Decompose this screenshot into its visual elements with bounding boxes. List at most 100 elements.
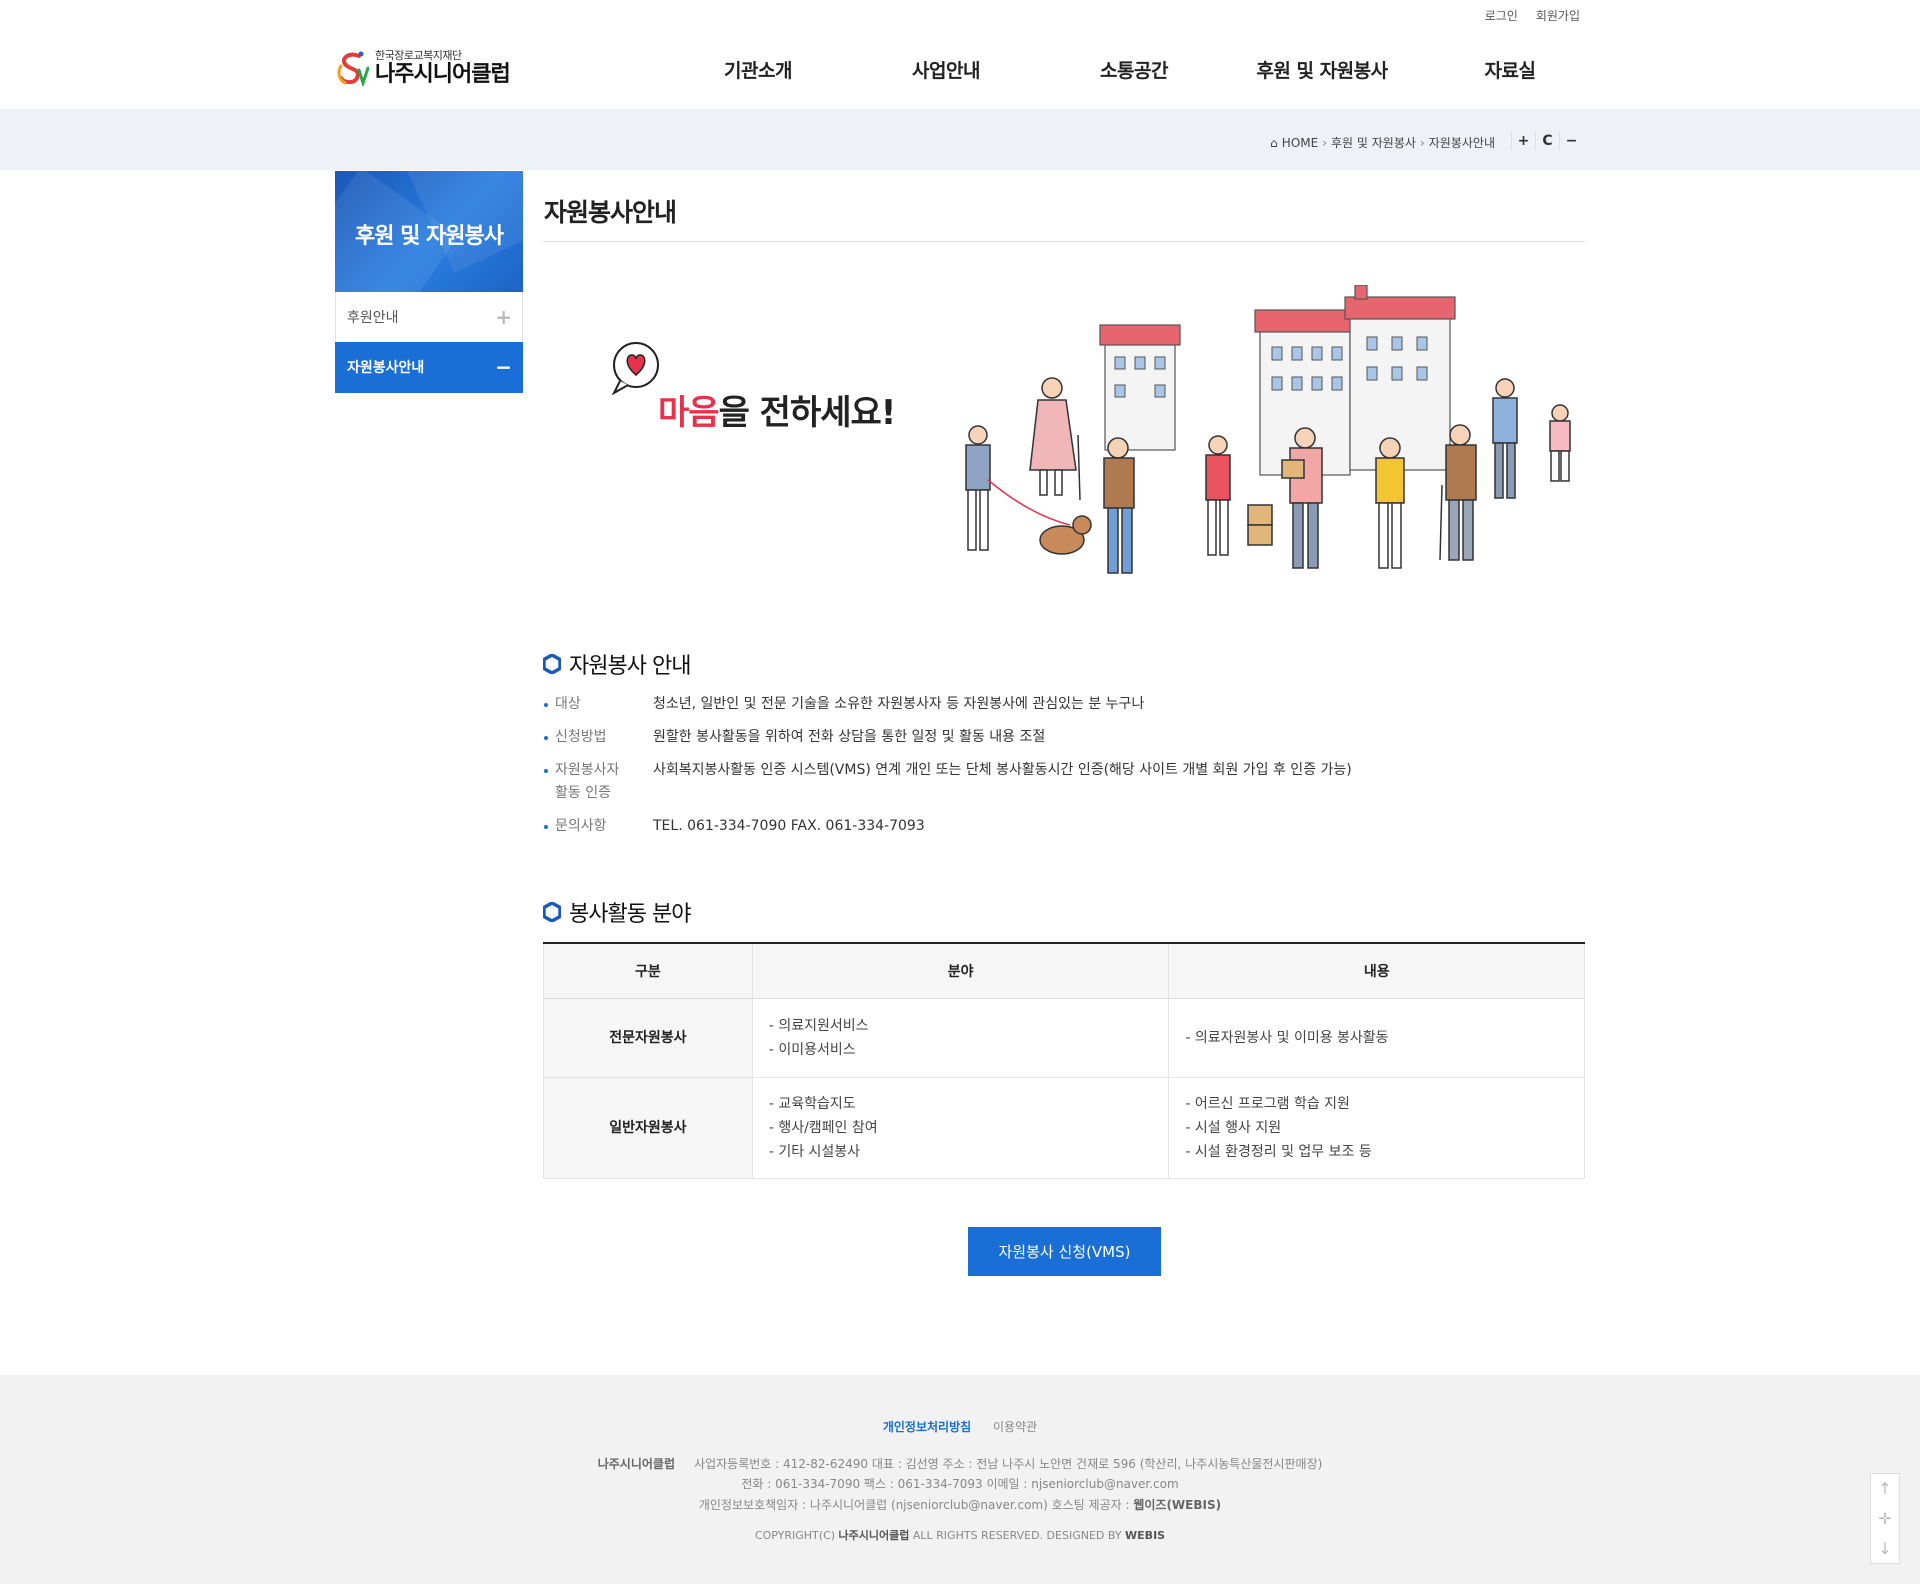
copyright: COPYRIGHT(C) 나주시니어클럽 ALL RIGHTS RESERVED…	[0, 1527, 1920, 1543]
breadcrumb-level2[interactable]: 자원봉사안내	[1429, 134, 1495, 151]
arrow-up-icon[interactable]: ↑	[1878, 1479, 1891, 1498]
hero-slogan: 마음을 전하세요!	[658, 385, 897, 434]
vms-apply-button[interactable]: 자원봉사 신청(VMS)	[968, 1227, 1161, 1276]
logo-subtitle: 한국장로교복지재단	[375, 49, 462, 62]
arrow-down-icon[interactable]: ↓	[1878, 1539, 1891, 1558]
section-heading-guide: 자원봉사 안내	[543, 648, 691, 680]
terms-link[interactable]: 이용약관	[993, 1420, 1037, 1434]
breadcrumb-home[interactable]: HOME	[1282, 136, 1318, 150]
section-heading-fields: 봉사활동 분야	[543, 896, 691, 928]
nav-item-archive[interactable]: 자료실	[1416, 56, 1604, 83]
table-row: 일반자원봉사 - 교육학습지도 - 행사/캠페인 참여 - 기타 시설봉사 - …	[543, 1077, 1585, 1179]
util-menu: 로그인 회원가입	[1485, 7, 1580, 24]
table-row: 전문자원봉사 - 의료지원서비스 - 이미용서비스 - 의료자원봉사 및 이미용…	[543, 998, 1585, 1078]
list-item-value: 청소년, 일반인 및 전문 기술을 소유한 자원봉사자 등 자원봉사에 관심있는…	[653, 696, 1145, 712]
table-header-row: 구분 분야 내용	[543, 942, 1585, 999]
list-item: 신청방법 원할한 봉사활동을 위하여 전화 상담을 통한 일정 및 활동 내용 …	[543, 726, 1583, 749]
list-item: 자원봉사자 활동 인증 사회복지봉사활동 인증 시스템(VMS) 연계 개인 또…	[543, 759, 1583, 805]
zoom-controls: + C −	[1511, 132, 1583, 150]
section-title: 봉사활동 분야	[569, 902, 691, 927]
copyright-org: 나주시니어클럽	[838, 1529, 910, 1542]
lnb-title: 후원 및 자원봉사	[355, 224, 504, 249]
lnb-item-label: 후원안내	[347, 310, 399, 326]
field-line: - 의료지원서비스	[768, 1017, 869, 1034]
zoom-reset-button[interactable]: C	[1535, 132, 1559, 150]
list-item-value: TEL. 061-334-7090 FAX. 061-334-7093	[653, 818, 925, 834]
breadcrumb: ⌂ HOME › 후원 및 자원봉사 › 자원봉사안내	[1270, 134, 1495, 151]
hero-text-highlight: 마음	[658, 393, 720, 433]
table-cell-desc: - 어르신 프로그램 학습 지원 - 시설 행사 지원 - 시설 환경정리 및 …	[1168, 1077, 1585, 1179]
quick-scroll: ↑ ✛ ↓	[1870, 1473, 1900, 1564]
desc-line: - 시설 환경정리 및 업무 보조 등	[1185, 1143, 1372, 1160]
nav-item-support[interactable]: 후원 및 자원봉사	[1228, 56, 1416, 83]
list-item: 문의사항 TEL. 061-334-7090 FAX. 061-334-7093	[543, 815, 1583, 838]
zoom-in-button[interactable]: +	[1511, 132, 1535, 150]
page-title: 자원봉사안내	[544, 198, 677, 227]
footer-privacy-officer: 개인정보보호책임자 : 나주시니어클럽 (njseniorclub@naver.…	[698, 1498, 1134, 1512]
login-link[interactable]: 로그인	[1485, 7, 1518, 24]
table-header: 분야	[751, 942, 1169, 999]
lnb-item-donation[interactable]: 후원안내 +	[335, 292, 523, 343]
lnb-title-box: 후원 및 자원봉사	[335, 171, 523, 292]
field-line: - 기타 시설봉사	[768, 1143, 861, 1160]
zoom-out-button[interactable]: −	[1559, 132, 1583, 150]
table-cell-field: - 의료지원서비스 - 이미용서비스	[751, 998, 1170, 1078]
field-line: - 행사/캠페인 참여	[768, 1119, 878, 1136]
volunteer-fields-table: 구분 분야 내용 전문자원봉사 - 의료지원서비스 - 이미용서비스 - 의료자…	[543, 942, 1585, 1179]
field-line: - 이미용서비스	[768, 1041, 856, 1058]
list-item-value: 원할한 봉사활동을 위하여 전화 상담을 통한 일정 및 활동 내용 조절	[653, 729, 1046, 745]
list-item-value: 사회복지봉사활동 인증 시스템(VMS) 연계 개인 또는 단체 봉사활동시간 …	[653, 762, 1352, 778]
logo-mark-icon	[335, 50, 369, 86]
list-item-key: 자원봉사자 활동 인증	[543, 759, 653, 805]
lnb-item-volunteer[interactable]: 자원봉사안내 −	[335, 342, 523, 393]
field-line: - 교육학습지도	[768, 1095, 856, 1112]
list-item-key: 대상	[543, 693, 653, 716]
footer-business-info: 사업자등록번호 : 412-82-62490 대표 : 김선영 주소 : 전남 …	[694, 1457, 1323, 1471]
main-nav: 기관소개 사업안내 소통공간 후원 및 자원봉사 자료실	[664, 56, 1604, 83]
lnb-item-label: 자원봉사안내	[347, 360, 425, 376]
footer-info-line3: 개인정보보호책임자 : 나주시니어클럽 (njseniorclub@naver.…	[0, 1495, 1920, 1515]
privacy-policy-link[interactable]: 개인정보처리방침	[883, 1420, 971, 1434]
join-link[interactable]: 회원가입	[1536, 7, 1580, 24]
breadcrumb-level1[interactable]: 후원 및 자원봉사	[1331, 134, 1416, 151]
copyright-middle: ALL RIGHTS RESERVED. DESIGNED BY	[909, 1529, 1126, 1542]
nav-item-business[interactable]: 사업안내	[852, 56, 1040, 83]
table-cell-category: 일반자원봉사	[543, 1077, 753, 1179]
copyright-designer: WEBIS	[1125, 1529, 1166, 1542]
footer-info-line2: 전화 : 061-334-7090 팩스 : 061-334-7093 이메일 …	[741, 1477, 1179, 1491]
hero-illustration: 마음을 전하세요!	[600, 284, 1590, 595]
chevron-right-icon: ›	[1322, 135, 1328, 150]
chevron-right-icon: ›	[1419, 135, 1425, 150]
nav-item-about[interactable]: 기관소개	[664, 56, 852, 83]
guide-list: 대상 청소년, 일반인 및 전문 기술을 소유한 자원봉사자 등 자원봉사에 관…	[543, 693, 1583, 838]
logo[interactable]: 한국장로교복지재단 나주시니어클럽	[335, 49, 511, 87]
move-icon[interactable]: ✛	[1878, 1509, 1891, 1528]
copyright-prefix: COPYRIGHT(C)	[754, 1529, 839, 1542]
plus-icon: +	[495, 305, 512, 329]
home-icon[interactable]: ⌂	[1270, 136, 1278, 150]
list-item-key: 신청방법	[543, 726, 653, 749]
sub-visual-band	[0, 109, 1920, 170]
section-title: 자원봉사 안내	[569, 654, 691, 679]
table-header: 내용	[1168, 942, 1585, 999]
title-divider	[543, 241, 1585, 242]
desc-line: - 시설 행사 지원	[1185, 1119, 1282, 1136]
hexagon-icon	[543, 902, 561, 922]
table-cell-field: - 교육학습지도 - 행사/캠페인 참여 - 기타 시설봉사	[751, 1077, 1170, 1179]
volunteer-illustration	[611, 284, 1571, 574]
footer-org-name: 나주시니어클럽	[597, 1457, 675, 1471]
nav-item-community[interactable]: 소통공간	[1040, 56, 1228, 83]
list-item-key: 문의사항	[543, 815, 653, 838]
table-cell-category: 전문자원봉사	[543, 998, 753, 1078]
list-item: 대상 청소년, 일반인 및 전문 기술을 소유한 자원봉사자 등 자원봉사에 관…	[543, 693, 1583, 716]
desc-line: - 의료자원봉사 및 이미용 봉사활동	[1185, 1029, 1389, 1046]
hero-text: 을 전하세요!	[718, 393, 897, 433]
logo-title: 나주시니어클럽	[375, 62, 511, 87]
minus-icon: −	[495, 355, 512, 379]
page: 로그인 회원가입 한국장로교복지재단 나주시니어클럽 기관소개 사업안내 소통공…	[0, 0, 1920, 1584]
footer-info-line1: 나주시니어클럽 사업자등록번호 : 412-82-62490 대표 : 김선영 …	[0, 1454, 1920, 1474]
hexagon-icon	[543, 654, 561, 674]
table-cell-desc: - 의료자원봉사 및 이미용 봉사활동	[1168, 998, 1585, 1078]
table-header: 구분	[543, 942, 753, 999]
footer-hosting: 웹이즈(WEBIS)	[1133, 1498, 1222, 1512]
